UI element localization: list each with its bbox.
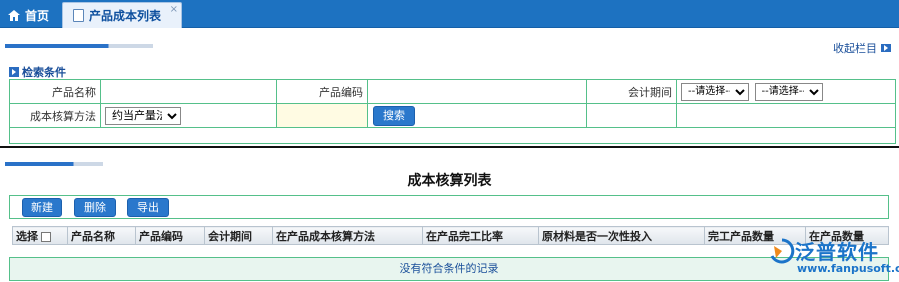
close-icon[interactable]: × <box>170 4 178 15</box>
empty-message: 没有符合条件的记录 <box>9 257 889 281</box>
column-header: 原材料是否一次性投入 <box>538 226 705 245</box>
product-name-label: 产品名称 <box>9 79 101 104</box>
home-icon <box>8 9 20 21</box>
period-label: 会计期间 <box>586 79 677 104</box>
method-label: 成本核算方法 <box>9 103 101 128</box>
arrow-right-icon <box>9 67 19 77</box>
period-cell: --请选择-- --请选择-- <box>676 79 896 104</box>
logo-url: www.fanpusoft.com <box>797 262 899 275</box>
empty-cell <box>676 103 896 128</box>
empty-row <box>9 127 896 144</box>
divider <box>0 146 899 148</box>
list-title: 成本核算列表 <box>407 173 492 189</box>
tab-product-cost-list[interactable]: 产品成本列表 × <box>62 2 182 28</box>
arrow-right-icon <box>881 44 891 52</box>
logo-icon <box>770 238 795 264</box>
tab-bar: 首页 产品成本列表 × <box>0 0 899 28</box>
period-start-select[interactable]: --请选择-- <box>681 82 749 101</box>
empty-cell <box>276 103 368 128</box>
column-header: 产品编码 <box>135 226 205 245</box>
collapse-link[interactable]: 收起栏目 <box>833 40 891 56</box>
column-header: 在产品完工比率 <box>422 226 539 245</box>
logo: 泛普软件 www.fanpusoft.com <box>765 236 899 280</box>
search-form: 产品名称 产品编码 会计期间 --请选择-- --请选择-- 成本核算方法 约当… <box>9 79 896 144</box>
method-select[interactable]: 约当产量法 <box>105 106 181 125</box>
tab-home[interactable]: 首页 <box>0 2 58 28</box>
delete-button[interactable]: 删除 <box>74 198 116 217</box>
logo-name: 泛普软件 <box>795 240 879 264</box>
empty-cell <box>586 103 677 128</box>
search-button-cell: 搜索 <box>367 103 587 128</box>
cost-table: 选择 产品名称 产品编码 会计期间 在产品成本核算方法 在产品完工比率 原材料是… <box>12 226 889 245</box>
column-header: 产品名称 <box>67 226 136 245</box>
product-name-field[interactable] <box>100 79 277 104</box>
method-cell: 约当产量法 <box>100 103 277 128</box>
column-header: 会计期间 <box>204 226 273 245</box>
column-header: 在产品成本核算方法 <box>272 226 423 245</box>
search-title-label: 检索条件 <box>22 66 66 79</box>
export-button[interactable]: 导出 <box>127 198 169 217</box>
new-button[interactable]: 新建 <box>22 198 62 217</box>
document-icon <box>73 9 84 22</box>
period-end-select[interactable]: --请选择-- <box>754 82 823 101</box>
search-section-title: 检索条件 <box>9 64 66 80</box>
product-code-field[interactable] <box>367 79 587 104</box>
collapse-label: 收起栏目 <box>833 42 877 55</box>
product-code-label: 产品编码 <box>276 79 368 104</box>
table-header-row: 选择 产品名称 产品编码 会计期间 在产品成本核算方法 在产品完工比率 原材料是… <box>12 226 889 245</box>
section-bar <box>5 44 153 48</box>
tab-active-label: 产品成本列表 <box>89 9 162 23</box>
tab-home-label: 首页 <box>25 8 50 23</box>
column-header-select: 选择 <box>12 226 68 245</box>
select-all-checkbox[interactable] <box>41 231 51 242</box>
list-toolbar: 新建 删除 导出 <box>9 195 889 219</box>
search-button[interactable]: 搜索 <box>373 105 415 126</box>
section-bar <box>5 162 103 166</box>
